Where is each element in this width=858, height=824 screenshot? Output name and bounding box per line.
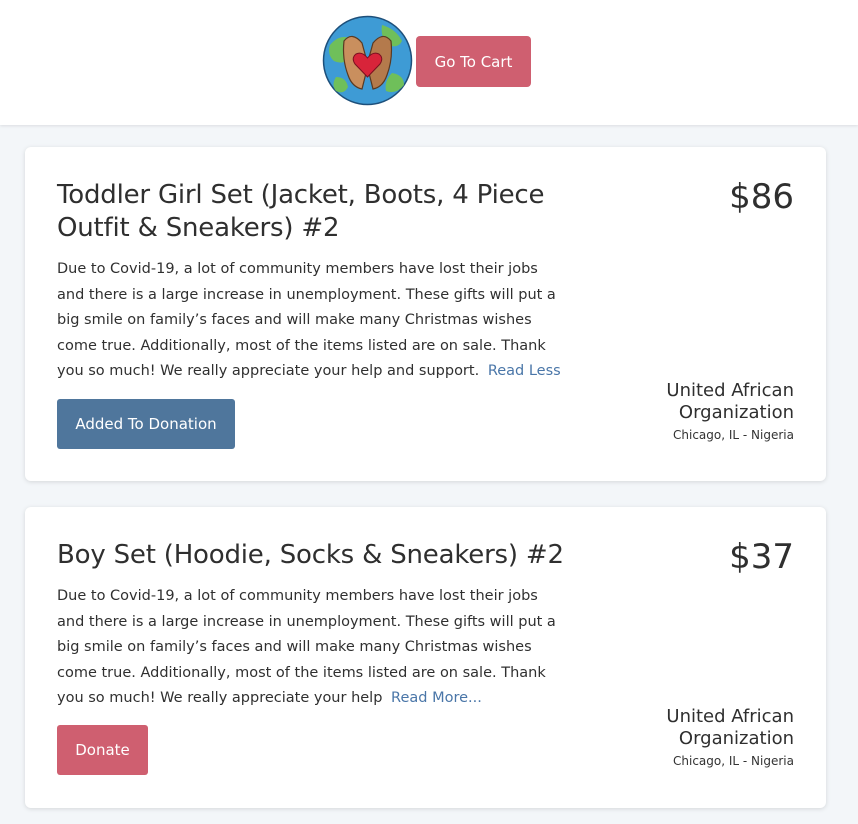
item-price: $37 [729, 537, 794, 577]
item-title: Toddler Girl Set (Jacket, Boots, 4 Piece… [57, 180, 545, 243]
organization-name: United African Organization [666, 380, 794, 423]
organization-name: United African Organization [666, 706, 794, 749]
donation-card: Boy Set (Hoodie, Socks & Sneakers) #2 Du… [25, 507, 826, 808]
donate-button[interactable]: Donate [57, 725, 148, 775]
item-description: Due to Covid-19, a lot of community memb… [57, 584, 567, 712]
go-to-cart-button[interactable]: Go To Cart [416, 36, 531, 87]
donation-card: Toddler Girl Set (Jacket, Boots, 4 Piece… [25, 147, 826, 481]
item-description-text: Due to Covid-19, a lot of community memb… [57, 261, 556, 380]
read-more-link[interactable]: Read More... [391, 690, 482, 706]
added-to-donation-button[interactable]: Added To Donation [57, 399, 235, 449]
item-description: Due to Covid-19, a lot of community memb… [57, 257, 567, 385]
top-header: Go To Cart [0, 0, 858, 125]
read-less-link[interactable]: Read Less [488, 363, 561, 379]
item-description-text: Due to Covid-19, a lot of community memb… [57, 588, 556, 707]
organization-location: Chicago, IL - Nigeria [673, 428, 794, 442]
organization-info: United African Organization Chicago, IL … [574, 706, 794, 770]
globe-hands-heart-logo[interactable] [322, 15, 413, 106]
item-price: $86 [729, 177, 794, 217]
organization-location: Chicago, IL - Nigeria [673, 754, 794, 768]
organization-info: United African Organization Chicago, IL … [574, 380, 794, 444]
item-title: Boy Set (Hoodie, Socks & Sneakers) #2 [57, 540, 564, 570]
